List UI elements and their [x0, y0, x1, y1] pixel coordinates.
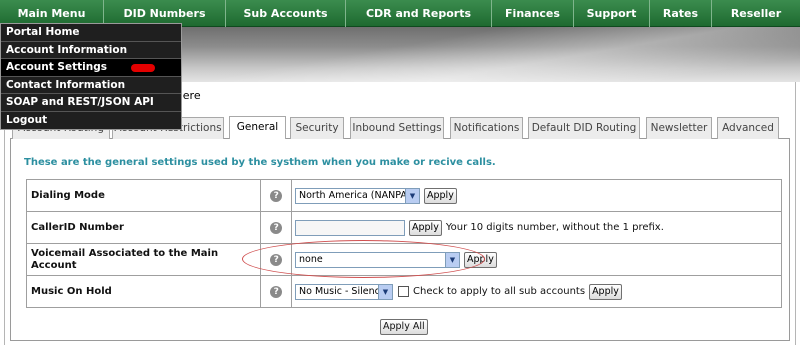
help-icon[interactable]: ? [270, 253, 283, 266]
callerid-input[interactable] [295, 219, 405, 236]
annotation-mark [131, 64, 155, 72]
menu-item-contact-information[interactable]: Contact Information [1, 77, 181, 94]
menu-item-account-information[interactable]: Account Information [1, 42, 181, 59]
setting-row-voicemail: Voicemail Associated to the Main Account… [26, 243, 782, 276]
dialing-mode-value: North America (NANPA) [299, 189, 411, 201]
chevron-down-icon: ▼ [378, 284, 392, 299]
settings-table: Dialing Mode ? North America (NANPA) ▼ A… [26, 179, 782, 308]
tab-notifications[interactable]: Notifications [450, 117, 523, 139]
nav-finances[interactable]: Finances [492, 0, 574, 27]
nav-sub-accounts[interactable]: Sub Accounts [226, 0, 346, 27]
menu-item-account-settings-label: Account Settings [6, 61, 107, 73]
voicemail-value: none [299, 253, 323, 265]
tab-newsletter[interactable]: Newsletter [646, 117, 712, 139]
chevron-down-icon: ▼ [445, 252, 459, 267]
chevron-down-icon: ▼ [405, 188, 419, 203]
callerid-apply-button[interactable]: Apply [409, 219, 442, 236]
help-icon[interactable]: ? [270, 221, 283, 234]
tab-advanced[interactable]: Advanced [717, 117, 779, 139]
setting-row-dialing-mode: Dialing Mode ? North America (NANPA) ▼ A… [26, 179, 782, 212]
dialing-mode-select[interactable]: North America (NANPA) ▼ [295, 187, 420, 204]
music-on-hold-apply-button[interactable]: Apply [589, 283, 622, 300]
tab-default-did-routing[interactable]: Default DID Routing [528, 117, 640, 139]
music-on-hold-label: Music On Hold [26, 275, 261, 308]
music-on-hold-value: No Music - Silence [299, 285, 386, 297]
setting-row-callerid: CallerID Number ? Apply Your 10 digits nu… [26, 211, 782, 244]
callerid-label: CallerID Number [26, 211, 261, 244]
nav-reseller[interactable]: Reseller [712, 0, 800, 27]
menu-item-account-settings[interactable]: Account Settings [1, 59, 181, 77]
apply-all-button[interactable]: Apply All [380, 319, 428, 335]
voicemail-select[interactable]: none ▼ [295, 251, 460, 268]
dialing-mode-apply-button[interactable]: Apply [424, 187, 457, 204]
tab-general[interactable]: General [229, 116, 286, 139]
menu-item-portal-home[interactable]: Portal Home [1, 24, 181, 42]
music-on-hold-select[interactable]: No Music - Silence ▼ [295, 283, 393, 300]
menu-item-soap-rest-api[interactable]: SOAP and REST/JSON API [1, 94, 181, 112]
apply-to-sub-accounts-checkbox[interactable] [398, 286, 409, 297]
callerid-hint: Your 10 digits number, without the 1 pre… [445, 222, 664, 233]
help-icon[interactable]: ? [270, 189, 283, 202]
voicemail-label: Voicemail Associated to the Main Account [26, 243, 261, 276]
tab-inbound-settings[interactable]: Inbound Settings [350, 117, 444, 139]
intro-text: These are the general settings used by t… [24, 157, 496, 168]
nav-rates[interactable]: Rates [650, 0, 712, 27]
main-menu-dropdown: Portal Home Account Information Account … [0, 23, 182, 130]
apply-to-sub-accounts-label: Check to apply to all sub accounts [413, 286, 586, 297]
nav-support[interactable]: Support [574, 0, 650, 27]
menu-item-logout[interactable]: Logout [1, 112, 181, 130]
tab-security[interactable]: Security [290, 117, 344, 139]
voicemail-apply-button[interactable]: Apply [464, 251, 497, 268]
nav-cdr-and-reports[interactable]: CDR and Reports [346, 0, 492, 27]
help-icon[interactable]: ? [270, 285, 283, 298]
dialing-mode-label: Dialing Mode [26, 179, 261, 212]
setting-row-music-on-hold: Music On Hold ? No Music - Silence ▼ Che… [26, 275, 782, 308]
